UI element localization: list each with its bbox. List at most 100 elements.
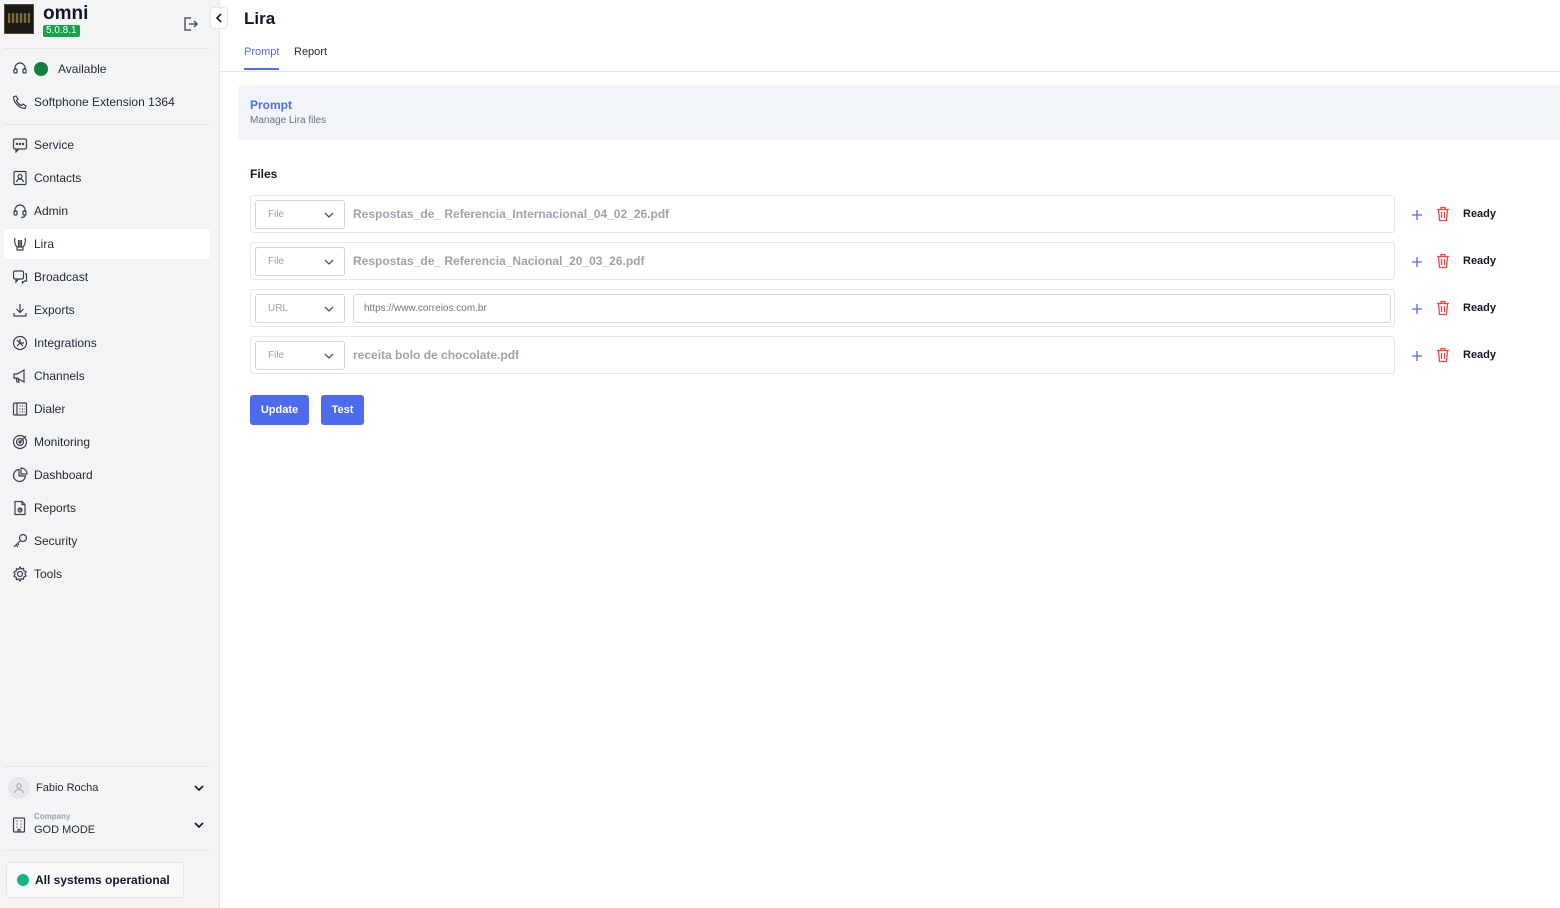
headset-icon — [13, 62, 27, 74]
chat-icon — [12, 138, 28, 153]
status-ready: Ready — [1463, 208, 1497, 220]
sidebar-item-broadcast[interactable]: Broadcast — [4, 262, 210, 292]
company-selector[interactable]: Company GOD MODE — [4, 810, 210, 840]
sidebar-item-contacts[interactable]: Contacts — [4, 163, 210, 193]
add-icon[interactable] — [1411, 209, 1423, 221]
sidebar: omni 5.0.8.1 Available Softphone Extensi… — [0, 0, 228, 908]
key-icon — [13, 533, 28, 548]
chevron-down-icon[interactable] — [192, 781, 206, 795]
sidebar-item-label: Dashboard — [34, 468, 93, 482]
sidebar-item-exports[interactable]: Exports — [4, 295, 210, 325]
dialer-icon — [12, 402, 28, 416]
sidebar-item-label: Security — [34, 534, 78, 548]
brand-name: omni — [43, 3, 89, 24]
tab-prompt[interactable]: Prompt — [244, 46, 280, 70]
file-name: Respostas_de_ Referencia_Internacional_0… — [353, 207, 670, 221]
lyre-icon — [14, 237, 26, 251]
company-label: Company — [34, 812, 71, 821]
headset-icon — [13, 204, 27, 219]
sidebar-item-label: Reports — [34, 501, 77, 515]
trash-icon[interactable] — [1436, 300, 1450, 316]
trash-icon[interactable] — [1436, 347, 1450, 363]
available-dot-icon — [34, 62, 48, 76]
sidebar-item-reports[interactable]: Reports — [4, 493, 210, 523]
sidebar-item-label: Exports — [34, 303, 75, 317]
panel-title: Prompt — [250, 98, 292, 112]
system-status-label: All systems operational — [35, 873, 170, 887]
chevron-down-icon[interactable] — [192, 818, 206, 832]
collapse-sidebar-button[interactable] — [210, 7, 228, 29]
trash-icon[interactable] — [1436, 253, 1450, 269]
file-row: File Respostas_de_ Referencia_Internacio… — [250, 195, 1395, 233]
user-icon — [14, 783, 24, 794]
sidebar-item-label: Monitoring — [34, 435, 91, 449]
test-button[interactable]: Test — [321, 395, 364, 425]
files-label: Files — [250, 167, 278, 181]
divider — [4, 766, 210, 767]
sidebar-item-label: Dialer — [34, 402, 66, 416]
file-name: Respostas_de_ Referencia_Nacional_20_03_… — [353, 254, 645, 268]
chevron-down-icon — [324, 353, 334, 359]
sidebar-item-label: Contacts — [34, 171, 82, 185]
add-icon[interactable] — [1411, 303, 1423, 315]
logout-icon[interactable] — [182, 16, 198, 32]
sidebar-item-monitoring[interactable]: Monitoring — [4, 427, 210, 457]
company-value: GOD MODE — [34, 824, 96, 836]
sidebar-item-security[interactable]: Security — [4, 526, 210, 556]
url-input[interactable] — [353, 294, 1391, 323]
system-status[interactable]: All systems operational — [6, 862, 184, 898]
source-type-select[interactable]: URL — [255, 294, 345, 323]
add-icon[interactable] — [1411, 256, 1423, 268]
tab-report[interactable]: Report — [294, 46, 327, 68]
sidebar-item-dialer[interactable]: Dialer — [4, 394, 210, 424]
sidebar-item-channels[interactable]: Channels — [4, 361, 210, 391]
sidebar-item-label: Tools — [34, 567, 63, 581]
panel-subtitle: Manage Lira files — [250, 115, 327, 126]
source-type-value: URL — [268, 303, 289, 314]
source-type-select[interactable]: File — [255, 247, 345, 276]
main-content: Lira Prompt Report Prompt Manage Lira fi… — [220, 0, 1560, 908]
sidebar-item-label: Lira — [34, 237, 55, 251]
chevron-down-icon — [324, 306, 334, 312]
source-type-value: File — [268, 256, 285, 267]
status-ready: Ready — [1463, 349, 1497, 361]
sidebar-item-lira[interactable]: Lira — [4, 229, 210, 259]
trash-icon[interactable] — [1436, 206, 1450, 222]
softphone-extension[interactable]: Softphone Extension 1364 — [4, 87, 210, 117]
sidebar-item-service[interactable]: Service — [4, 130, 210, 160]
user-name: Fabio Rocha — [36, 782, 99, 794]
sidebar-item-label: Broadcast — [34, 270, 89, 284]
sidebar-item-label: Admin — [34, 204, 69, 218]
source-type-select[interactable]: File — [255, 341, 345, 370]
extension-label: Softphone Extension 1364 — [34, 95, 175, 109]
divider — [4, 124, 210, 125]
sidebar-item-label: Integrations — [34, 336, 97, 350]
tab-bar: Prompt Report — [220, 40, 1560, 72]
sidebar-item-integrations[interactable]: Integrations — [4, 328, 210, 358]
user-menu[interactable]: Fabio Rocha — [4, 775, 210, 801]
operational-dot-icon — [17, 874, 29, 886]
presence-label: Available — [58, 62, 107, 76]
sidebar-item-label: Service — [34, 138, 75, 152]
sidebar-item-label: Channels — [34, 369, 85, 383]
source-type-value: File — [268, 209, 285, 220]
brand-logo — [4, 4, 34, 34]
chevron-down-icon — [324, 259, 334, 265]
gear-icon — [13, 566, 27, 582]
presence-status[interactable]: Available — [4, 54, 210, 84]
sidebar-item-admin[interactable]: Admin — [4, 196, 210, 226]
megaphone-icon — [13, 368, 25, 384]
phone-icon — [12, 95, 27, 110]
source-type-select[interactable]: File — [255, 200, 345, 229]
sidebar-item-tools[interactable]: Tools — [4, 559, 210, 589]
version-badge: 5.0.8.1 — [43, 25, 80, 37]
add-icon[interactable] — [1411, 350, 1423, 362]
chevron-left-icon — [215, 13, 222, 23]
avatar — [8, 777, 30, 799]
broadcast-icon — [12, 270, 28, 285]
brand: omni 5.0.8.1 — [4, 3, 214, 44]
update-button[interactable]: Update — [250, 395, 309, 425]
report-icon — [14, 500, 26, 516]
sidebar-item-dashboard[interactable]: Dashboard — [4, 460, 210, 490]
file-row: URL — [250, 289, 1395, 327]
